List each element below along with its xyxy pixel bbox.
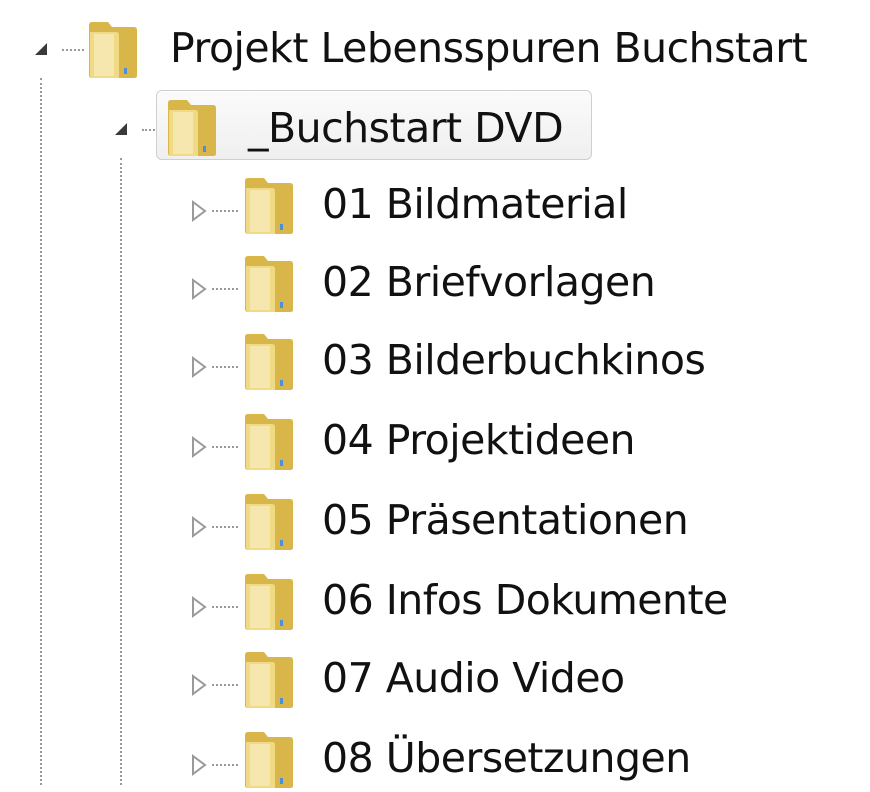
tree-connector bbox=[212, 366, 238, 368]
tree-connector bbox=[212, 764, 238, 766]
tree-node-buchstart-dvd[interactable]: _Buchstart DVD bbox=[0, 96, 600, 160]
tree-node-item[interactable]: 05 Präsentationen bbox=[0, 490, 860, 554]
tree-connector bbox=[212, 606, 238, 608]
folder-icon bbox=[242, 648, 296, 710]
tree-node-item[interactable]: 02 Briefvorlagen bbox=[0, 252, 860, 316]
folder-icon bbox=[242, 570, 296, 632]
tree-node-item[interactable]: 03 Bilderbuchkinos bbox=[0, 330, 860, 394]
collapsed-arrow-icon[interactable] bbox=[188, 674, 210, 696]
folder-icon bbox=[242, 728, 296, 790]
tree-node-item[interactable]: 06 Infos Dokumente bbox=[0, 570, 860, 634]
folder-icon bbox=[242, 330, 296, 392]
collapsed-arrow-icon[interactable] bbox=[188, 436, 210, 458]
tree-node-item[interactable]: 08 Übersetzungen bbox=[0, 728, 860, 792]
folder-icon bbox=[242, 174, 296, 236]
tree-node-label: 02 Briefvorlagen bbox=[322, 258, 656, 306]
collapsed-arrow-icon[interactable] bbox=[188, 596, 210, 618]
folder-tree: Projekt Lebensspuren Buchstart _Buchstar… bbox=[0, 0, 870, 788]
folder-icon bbox=[86, 18, 140, 80]
tree-node-item[interactable]: 01 Bildmaterial bbox=[0, 174, 860, 238]
tree-node-root[interactable]: Projekt Lebensspuren Buchstart bbox=[0, 18, 860, 82]
collapsed-arrow-icon[interactable] bbox=[188, 516, 210, 538]
folder-icon bbox=[165, 96, 219, 158]
tree-connector bbox=[212, 526, 238, 528]
expanded-arrow-icon[interactable] bbox=[110, 118, 132, 140]
folder-icon bbox=[242, 490, 296, 552]
tree-node-item[interactable]: 04 Projektideen bbox=[0, 410, 860, 474]
tree-node-label: _Buchstart DVD bbox=[248, 104, 564, 152]
tree-connector bbox=[212, 288, 238, 290]
tree-node-label: 07 Audio Video bbox=[322, 654, 625, 702]
collapsed-arrow-icon[interactable] bbox=[188, 200, 210, 222]
tree-node-label: 03 Bilderbuchkinos bbox=[322, 336, 706, 384]
tree-connector bbox=[212, 684, 238, 686]
tree-node-item[interactable]: 07 Audio Video bbox=[0, 648, 860, 712]
tree-node-label: 06 Infos Dokumente bbox=[322, 576, 728, 624]
tree-connector bbox=[212, 446, 238, 448]
collapsed-arrow-icon[interactable] bbox=[188, 278, 210, 300]
collapsed-arrow-icon[interactable] bbox=[188, 754, 210, 776]
tree-node-label: 01 Bildmaterial bbox=[322, 180, 628, 228]
tree-node-label: 04 Projektideen bbox=[322, 416, 636, 464]
tree-node-label: 05 Präsentationen bbox=[322, 496, 689, 544]
collapsed-arrow-icon[interactable] bbox=[188, 356, 210, 378]
expanded-arrow-icon[interactable] bbox=[30, 38, 52, 60]
folder-icon bbox=[242, 252, 296, 314]
tree-connector bbox=[212, 210, 238, 212]
tree-node-label: 08 Übersetzungen bbox=[322, 734, 691, 782]
tree-node-label: Projekt Lebensspuren Buchstart bbox=[170, 24, 808, 72]
folder-icon bbox=[242, 410, 296, 472]
